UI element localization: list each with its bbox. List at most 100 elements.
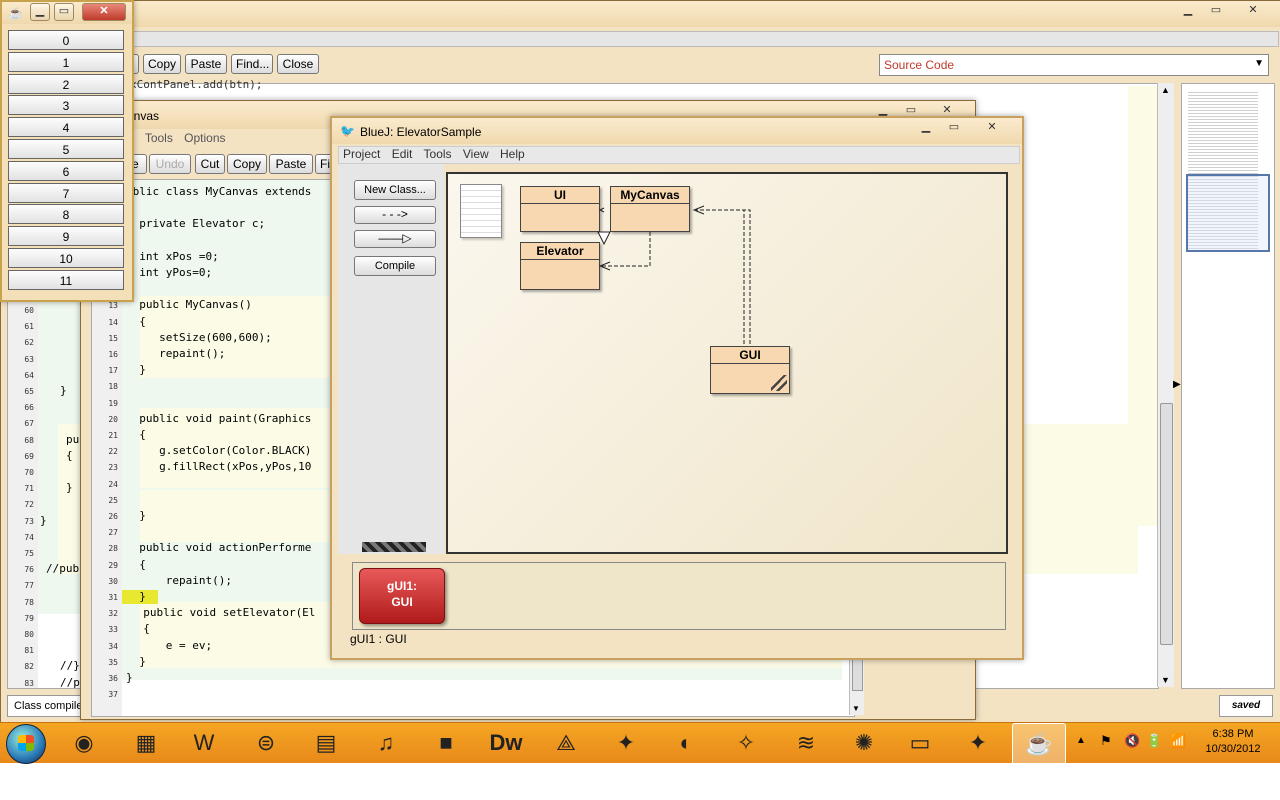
dreamweaver-icon[interactable]: Dw	[480, 723, 532, 765]
close-button[interactable]: ✕	[980, 120, 1004, 136]
class-box-gui[interactable]: GUI	[710, 346, 790, 394]
class-box-mycanvas[interactable]: MyCanvas	[610, 186, 690, 232]
number-button[interactable]: 11	[8, 269, 124, 290]
code-line: g.fillRect(xPos,yPos,10	[126, 460, 312, 474]
minimize-button[interactable]: ▁	[1177, 3, 1199, 19]
readme-note-icon[interactable]	[460, 184, 502, 238]
number-button[interactable]: 5	[8, 139, 124, 159]
code-fragment: }	[60, 384, 67, 397]
word-icon[interactable]: W	[178, 723, 230, 765]
progress-indicator	[362, 542, 426, 552]
view-select[interactable]: Source Code ▼	[879, 54, 1269, 76]
cut-button[interactable]: Cut	[195, 154, 225, 174]
number-button[interactable]: 0	[8, 30, 124, 50]
menu-tools[interactable]: Tools	[424, 147, 452, 161]
maximize-button[interactable]: ▭	[54, 3, 74, 21]
naviview-viewport[interactable]	[1186, 174, 1270, 252]
line-number: 19	[108, 398, 118, 408]
itunes-icon[interactable]: ♫	[360, 723, 412, 765]
minimize-button[interactable]: ▁	[916, 120, 936, 136]
maximize-button[interactable]: ▭	[944, 120, 964, 136]
line-number: 30	[108, 576, 118, 586]
class-box-ui[interactable]: UI	[520, 186, 600, 232]
paste-button[interactable]: Paste	[269, 154, 313, 174]
close-button[interactable]: ✕	[82, 3, 126, 21]
code-fragment: //}	[60, 659, 80, 673]
menu-project[interactable]: Project	[343, 147, 380, 161]
line-number: 34	[108, 641, 118, 651]
network-icon[interactable]: ✺	[838, 723, 890, 765]
uses-arrow-button[interactable]: - - ->	[354, 206, 436, 224]
folder-icon[interactable]: ▦	[120, 723, 172, 765]
spotify-icon[interactable]: ≋	[780, 723, 832, 765]
security-icon[interactable]: ⊜	[240, 723, 292, 765]
number-button[interactable]: 8	[8, 204, 124, 225]
paste-button[interactable]: Paste	[185, 54, 227, 74]
naviview-panel[interactable]	[1181, 83, 1275, 689]
vertical-scrollbar[interactable]: ▲ ▼	[1157, 83, 1174, 687]
menu-view[interactable]: View	[463, 147, 489, 161]
line-number: 37	[108, 690, 118, 700]
number-button[interactable]: 9	[8, 226, 124, 247]
menu-options[interactable]: Options	[184, 131, 225, 145]
number-button[interactable]: 1	[8, 51, 124, 72]
bluej3-icon[interactable]: ✦	[952, 723, 1004, 765]
number-button[interactable]: 10	[8, 248, 124, 268]
line-number: 29	[108, 560, 118, 570]
line-number: 32	[108, 609, 118, 619]
line-number: 78	[24, 597, 34, 607]
chrome-icon[interactable]: ◉	[58, 723, 110, 765]
maximize-button[interactable]: ▭	[1205, 3, 1227, 19]
number-button[interactable]: 4	[8, 117, 124, 138]
number-button[interactable]: 2	[8, 73, 124, 94]
acrobat-icon[interactable]: ⟁	[540, 723, 592, 765]
compile-button[interactable]: Compile	[354, 256, 436, 276]
undo-button[interactable]: Undo	[149, 154, 191, 174]
code-line: {	[126, 428, 146, 441]
signal-icon[interactable]: 📶	[1170, 733, 1186, 749]
resize-handle-icon[interactable]	[771, 375, 787, 391]
inherits-arrow-button[interactable]: ——▷	[354, 230, 436, 248]
close-button[interactable]: ✕	[1239, 3, 1267, 19]
terminal-icon[interactable]: ■	[420, 723, 472, 765]
copy-button[interactable]: Copy	[227, 154, 267, 174]
number-button[interactable]: 3	[8, 95, 124, 116]
scroll-down-icon[interactable]: ▼	[852, 704, 860, 713]
minimize-button[interactable]: ▁	[30, 3, 50, 21]
bluej-menubar: Project Edit Tools View Help	[338, 146, 1020, 164]
object-gui1[interactable]: gUI1: GUI	[359, 568, 445, 624]
copy-button[interactable]: Copy	[143, 54, 181, 74]
menu-help[interactable]: Help	[500, 147, 525, 161]
calculator-icon[interactable]: ▤	[300, 723, 352, 765]
bluej-status: gUI1 : GUI	[350, 632, 407, 646]
code-line: g.setColor(Color.BLACK)	[126, 444, 312, 458]
new-class-button[interactable]: New Class...	[354, 180, 436, 200]
class-diagram-canvas[interactable]: UI MyCanvas Elevator GUI	[446, 172, 1008, 554]
object-bench[interactable]: gUI1: GUI	[352, 562, 1006, 630]
power-icon[interactable]: 🔋	[1146, 733, 1162, 749]
tray-up-icon[interactable]: ▲	[1076, 735, 1086, 746]
menu-edit[interactable]: Edit	[392, 147, 413, 161]
clock[interactable]: 6:38 PM 10/30/2012	[1196, 727, 1270, 757]
volume-icon[interactable]: 🔇	[1124, 733, 1140, 749]
code-line: public MyCanvas()	[126, 298, 252, 312]
code-line: }	[126, 509, 146, 522]
scroll-up-icon[interactable]: ▲	[1161, 85, 1170, 95]
bluej-icon[interactable]: ✦	[600, 723, 652, 765]
class-box-elevator[interactable]: Elevator	[520, 242, 600, 290]
expand-arrow-icon[interactable]: ▶	[1173, 379, 1181, 390]
close-editor-button[interactable]: Close	[277, 54, 319, 74]
number-button[interactable]: 7	[8, 182, 124, 203]
java-icon[interactable]: ☕	[1012, 723, 1066, 767]
scroll-thumb[interactable]	[1160, 403, 1173, 645]
code-line: int yPos=0;	[126, 266, 213, 279]
flag-icon[interactable]: ⚑	[1100, 733, 1112, 749]
firefox-icon[interactable]: ◐	[660, 723, 712, 765]
menu-tools[interactable]: Tools	[145, 131, 173, 145]
scroll-down-icon[interactable]: ▼	[1161, 675, 1170, 685]
find-button[interactable]: Find...	[231, 54, 273, 74]
number-button[interactable]: 6	[8, 160, 124, 181]
explorer-icon[interactable]: ▭	[894, 723, 946, 765]
bluej2-icon[interactable]: ✧	[720, 723, 772, 765]
start-button[interactable]	[6, 724, 46, 764]
